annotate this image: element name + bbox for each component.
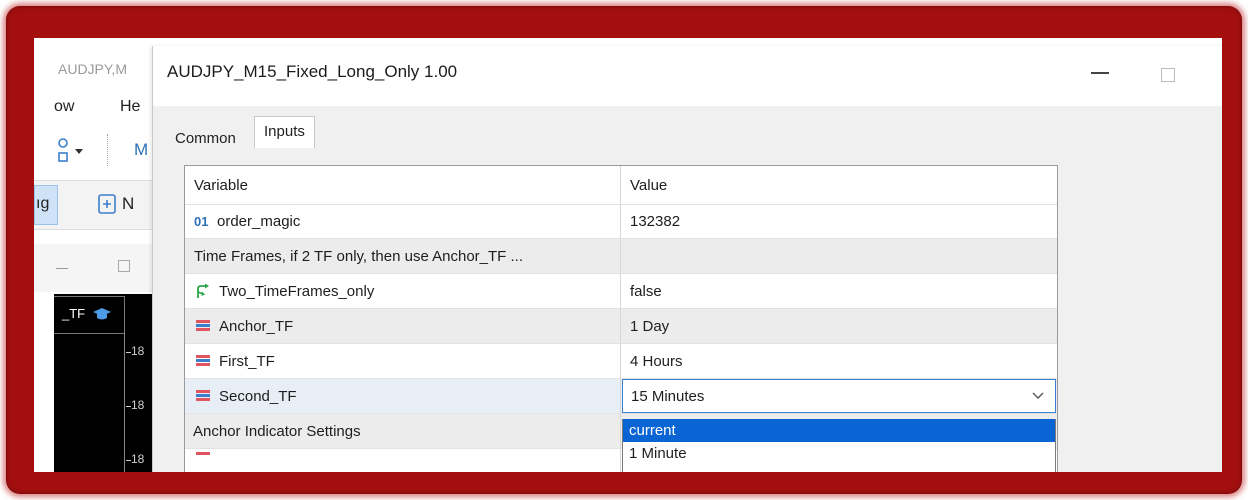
column-header-value[interactable]: Value [622,166,1057,204]
bool-icon [197,283,209,298]
objects-icon[interactable] [56,138,70,164]
inputs-table: Variable Value 01 order_magic 132382 Tim… [184,165,1058,472]
variable-cell: Anchor_TF [185,309,621,343]
variable-cell: Anchor Indicator Settings [185,414,621,448]
variable-name: order_magic [217,212,301,230]
table-row[interactable]: First_TF 4 Hours [185,344,1057,379]
chevron-down-icon[interactable] [1031,388,1045,402]
select-value: 15 Minutes [631,387,705,405]
timeframe-dropdown-list[interactable]: current 1 Minute [622,419,1056,472]
expert-properties-dialog: AUDJPY_M15_Fixed_Long_Only 1.00 Common I… [152,46,1222,472]
inputs-panel: Variable Value 01 order_magic 132382 Tim… [153,148,1222,472]
timeframe-select[interactable]: 15 Minutes [622,379,1056,413]
variable-name: Two_TimeFrames_only [219,282,375,300]
graduation-cap-icon [93,308,111,320]
table-header: Variable Value [185,166,1057,205]
tab-inputs[interactable]: Inputs [254,116,315,148]
enum-icon [194,451,212,465]
column-header-variable[interactable]: Variable [185,166,621,204]
dropdown-arrow-icon[interactable] [74,148,84,156]
new-order-label-partial: N [122,194,135,213]
variable-name: Anchor Indicator Settings [193,422,361,440]
variable-name: Time Frames, if 2 TF only, then use Anch… [194,247,524,265]
menu-item-help[interactable]: He [120,98,140,116]
screenshot-area: AUDJPY,M ow He M ıg N _TF 18 18 18 AUDJP… [34,38,1222,472]
value-cell[interactable]: 4 Hours [622,344,1057,378]
table-row[interactable]: Two_TimeFrames_only false [185,274,1057,309]
dropdown-option-1-minute[interactable]: 1 Minute [623,442,1055,465]
table-row-selected[interactable]: Second_TF 15 Minutes [185,379,1057,414]
price-axis-line [124,332,125,472]
variable-cell: Second_TF [185,379,621,413]
int-icon: 01 [194,213,209,229]
indicator-label: _TF [62,306,86,321]
enum-icon [194,354,212,368]
enum-icon [194,389,212,403]
indicator-label-box: _TF [54,296,125,334]
minimize-chart-icon[interactable] [56,268,68,269]
enum-icon [194,319,212,333]
background-window-title: AUDJPY,M [58,61,127,77]
tab-strip: Common Inputs [153,106,1222,149]
variable-name: First_TF [219,352,275,370]
new-order-icon[interactable] [96,193,118,215]
value-cell[interactable]: false [622,274,1057,308]
toolbar-separator [107,134,109,166]
toolbar-label-partial: ıg [36,195,50,212]
table-row[interactable]: Anchor_TF 1 Day [185,309,1057,344]
variable-name: Anchor_TF [219,317,294,335]
dropdown-option-current[interactable]: current [623,419,1055,442]
variable-cell: First_TF [185,344,621,378]
table-row[interactable]: 01 order_magic 132382 [185,204,1057,239]
variable-cell: Two_TimeFrames_only [185,274,621,308]
maximize-chart-icon[interactable] [118,260,130,272]
table-row-group[interactable]: Time Frames, if 2 TF only, then use Anch… [185,239,1057,274]
toolbar-button-m[interactable]: M [134,140,148,160]
value-cell [622,239,1057,273]
value-cell[interactable]: 132382 [622,204,1057,238]
minimize-button[interactable] [1091,72,1109,74]
dialog-title: AUDJPY_M15_Fixed_Long_Only 1.00 [167,62,458,81]
menu-item-window[interactable]: ow [54,98,74,116]
variable-cell: Time Frames, if 2 TF only, then use Anch… [185,239,621,273]
value-cell[interactable]: 1 Day [622,309,1057,343]
variable-cell: 01 order_magic [185,204,621,238]
variable-name: Second_TF [219,387,297,405]
variable-cell [185,449,621,472]
maximize-button[interactable] [1161,68,1175,82]
